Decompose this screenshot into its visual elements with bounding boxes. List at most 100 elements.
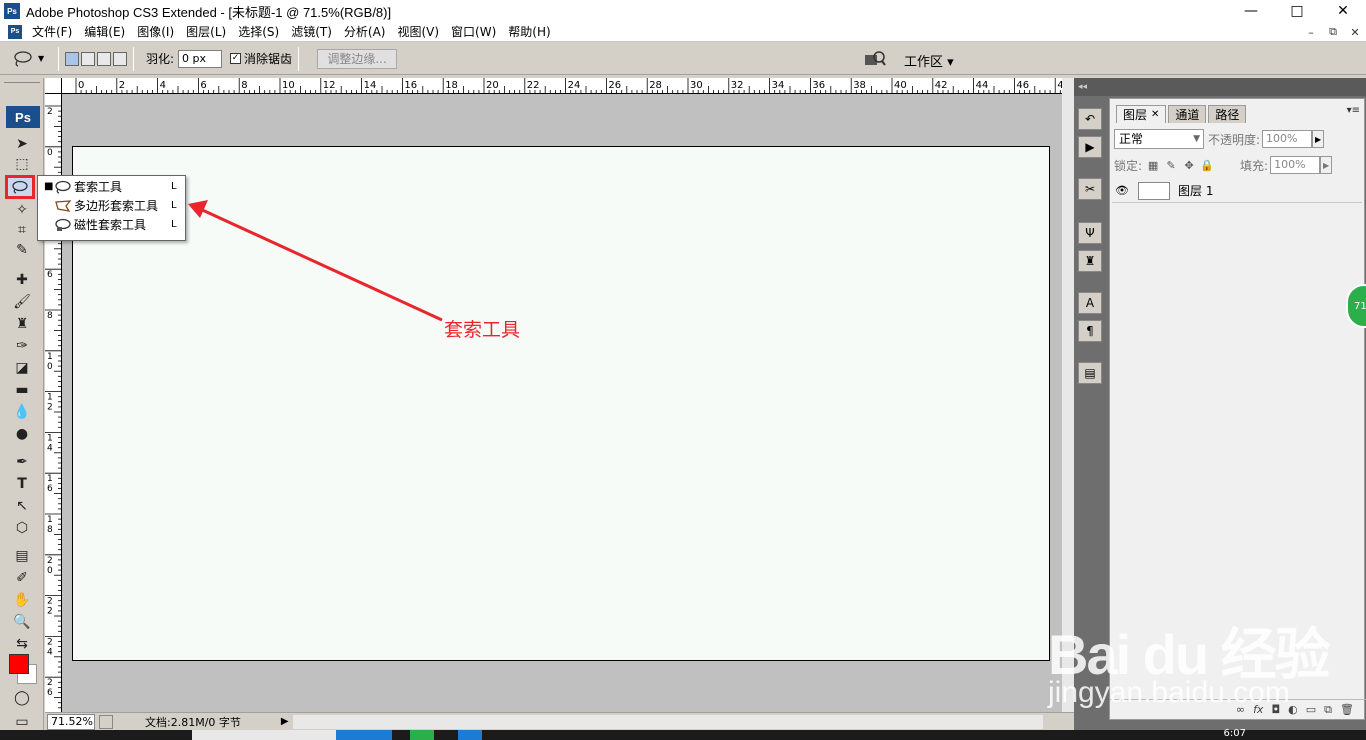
workspace-menu[interactable]: 工作区 ▾: [904, 51, 954, 70]
zoom-field[interactable]: 71.52%: [47, 713, 95, 730]
ruler-tick-label: 0: [47, 566, 53, 576]
lasso-tool-icon[interactable]: [5, 175, 35, 199]
close-button[interactable]: ✕: [1320, 0, 1366, 22]
maximize-button[interactable]: □: [1274, 0, 1320, 22]
clone-source-icon[interactable]: ♜: [1078, 250, 1102, 272]
taskbar-item[interactable]: [410, 730, 434, 740]
panel-header[interactable]: [1108, 78, 1366, 96]
tab-channels[interactable]: 通道: [1168, 105, 1207, 123]
hand-tool-icon[interactable]: ✋: [10, 590, 34, 610]
menu-file[interactable]: 文件(F): [28, 23, 80, 40]
swap-colors-icon[interactable]: ⇆: [10, 634, 34, 654]
blur-tool-icon[interactable]: 💧: [10, 402, 34, 422]
gradient-tool-icon[interactable]: ▬: [10, 380, 34, 400]
opacity-input[interactable]: 100%: [1262, 130, 1313, 148]
ruler-tick-label: 4: [160, 80, 166, 91]
paragraph-panel-icon[interactable]: ¶: [1078, 320, 1102, 342]
horizontal-scrollbar[interactable]: [292, 714, 1043, 729]
pen-tool-icon[interactable]: ✒: [10, 452, 34, 472]
taskbar-item[interactable]: [192, 730, 336, 740]
flyout-item-magnetic-lasso[interactable]: 磁性套索工具 L: [38, 215, 185, 234]
doc-minimize-button[interactable]: –: [1300, 22, 1322, 42]
tab-layers[interactable]: 图层 ✕: [1116, 105, 1167, 123]
dock-collapse-button[interactable]: ◂◂: [1074, 78, 1108, 96]
clone-stamp-icon[interactable]: ♜: [10, 314, 34, 334]
tab-paths[interactable]: 路径: [1208, 105, 1247, 123]
menu-select[interactable]: 选择(S): [234, 23, 287, 40]
healing-brush-icon[interactable]: ✚: [10, 270, 34, 290]
blend-mode-select[interactable]: 正常 ▼: [1114, 129, 1204, 149]
visibility-eye-icon[interactable]: 👁: [1114, 183, 1130, 199]
quick-mask-icon[interactable]: ◯: [10, 688, 34, 708]
brushes-panel-icon[interactable]: Ψ: [1078, 222, 1102, 244]
flyout-item-lasso[interactable]: ■ 套索工具 L: [38, 177, 185, 196]
taskbar-item[interactable]: [458, 730, 482, 740]
canvas-area[interactable]: [62, 94, 1062, 712]
type-tool-icon[interactable]: T: [10, 474, 34, 494]
menu-analysis[interactable]: 分析(A): [340, 23, 394, 40]
tool-preset-picker[interactable]: ▼: [12, 47, 52, 71]
ruler-corner[interactable]: [45, 78, 62, 94]
dock-buttons: ↶ ▶ ✂ Ψ ♜ A ¶ ▤: [1078, 98, 1104, 498]
shape-tool-icon[interactable]: ⬡: [10, 518, 34, 538]
layer-name: 图层 1: [1178, 184, 1214, 198]
opacity-slider-button[interactable]: ▶: [1312, 130, 1325, 148]
subtract-selection-button[interactable]: [97, 51, 111, 66]
menu-view[interactable]: 视图(V): [393, 23, 447, 40]
doc-restore-button[interactable]: ⧉: [1322, 22, 1344, 42]
doc-close-button[interactable]: ✕: [1344, 22, 1366, 42]
feather-input[interactable]: 0 px: [178, 49, 223, 68]
menu-filter[interactable]: 滤镜(T): [287, 23, 340, 40]
layer-row[interactable]: 👁 图层 1: [1112, 179, 1362, 203]
notes-tool-icon[interactable]: ▤: [10, 546, 34, 566]
menu-image[interactable]: 图像(I): [133, 23, 182, 40]
crop-tool-icon[interactable]: ⌗: [10, 220, 34, 240]
minimize-button[interactable]: —: [1228, 0, 1274, 22]
screen-mode-icon[interactable]: ▭: [10, 712, 34, 732]
path-select-icon[interactable]: ↖: [10, 496, 34, 516]
foreground-color-swatch[interactable]: [9, 654, 29, 674]
move-tool-icon[interactable]: ➤: [10, 134, 34, 154]
history-panel-icon[interactable]: ↶: [1078, 108, 1102, 130]
menu-layer[interactable]: 图层(L): [182, 23, 234, 40]
intersect-selection-button[interactable]: [113, 51, 127, 66]
slice-tool-icon[interactable]: ✎: [10, 240, 34, 260]
flyout-item-polygonal-lasso[interactable]: 多边形套索工具 L: [38, 196, 185, 215]
lock-transparency-icon[interactable]: ▦: [1146, 158, 1160, 172]
layer-comps-icon[interactable]: ▤: [1078, 362, 1102, 384]
fill-input[interactable]: 100%: [1270, 156, 1321, 174]
character-panel-icon[interactable]: A: [1078, 292, 1102, 314]
eyedropper-icon[interactable]: ✐: [10, 568, 34, 588]
add-selection-button[interactable]: [81, 51, 95, 66]
magic-wand-tool-icon[interactable]: ✧: [10, 200, 34, 220]
taskbar-item[interactable]: [336, 730, 392, 740]
refine-edge-button[interactable]: 调整边缘...: [317, 48, 398, 69]
status-icon[interactable]: [99, 714, 113, 729]
tool-presets-icon[interactable]: ✂: [1078, 178, 1102, 200]
antialias-checkbox[interactable]: ✓: [230, 53, 242, 64]
toolbox-grip[interactable]: [4, 82, 40, 90]
bridge-button[interactable]: [862, 47, 888, 71]
antialias-toggle[interactable]: ✓ 消除锯齿: [230, 50, 292, 67]
ruler-tick-label: 2: [47, 107, 53, 117]
marquee-tool-icon[interactable]: ⬚: [10, 154, 34, 174]
ps-badge[interactable]: Ps: [6, 106, 40, 128]
fill-slider-button[interactable]: ▶: [1320, 156, 1333, 174]
eraser-tool-icon[interactable]: ◪: [10, 358, 34, 378]
lock-all-icon[interactable]: 🔒: [1200, 158, 1214, 172]
actions-panel-icon[interactable]: ▶: [1078, 136, 1102, 158]
lock-position-icon[interactable]: ✥: [1182, 158, 1196, 172]
new-selection-button[interactable]: [65, 51, 79, 66]
status-menu-arrow-icon[interactable]: ▶: [281, 716, 289, 727]
brush-tool-icon[interactable]: 🖌: [10, 292, 34, 312]
menu-help[interactable]: 帮助(H): [504, 23, 558, 40]
zoom-tool-icon[interactable]: 🔍: [10, 612, 34, 632]
dodge-tool-icon[interactable]: ●: [10, 424, 34, 444]
history-brush-icon[interactable]: ✑: [10, 336, 34, 356]
close-icon[interactable]: ✕: [1151, 109, 1159, 120]
panel-menu-icon[interactable]: ▾≡: [1347, 105, 1360, 116]
lock-image-icon[interactable]: ✎: [1164, 158, 1178, 172]
top-ruler[interactable]: 0 2 4 6 8 10 12 14 16 18 20 22 24 26 28 30 32 34 36 38 40 42 4…: [62, 78, 1092, 94]
menu-edit[interactable]: 编辑(E): [80, 23, 133, 40]
menu-window[interactable]: 窗口(W): [447, 23, 504, 40]
